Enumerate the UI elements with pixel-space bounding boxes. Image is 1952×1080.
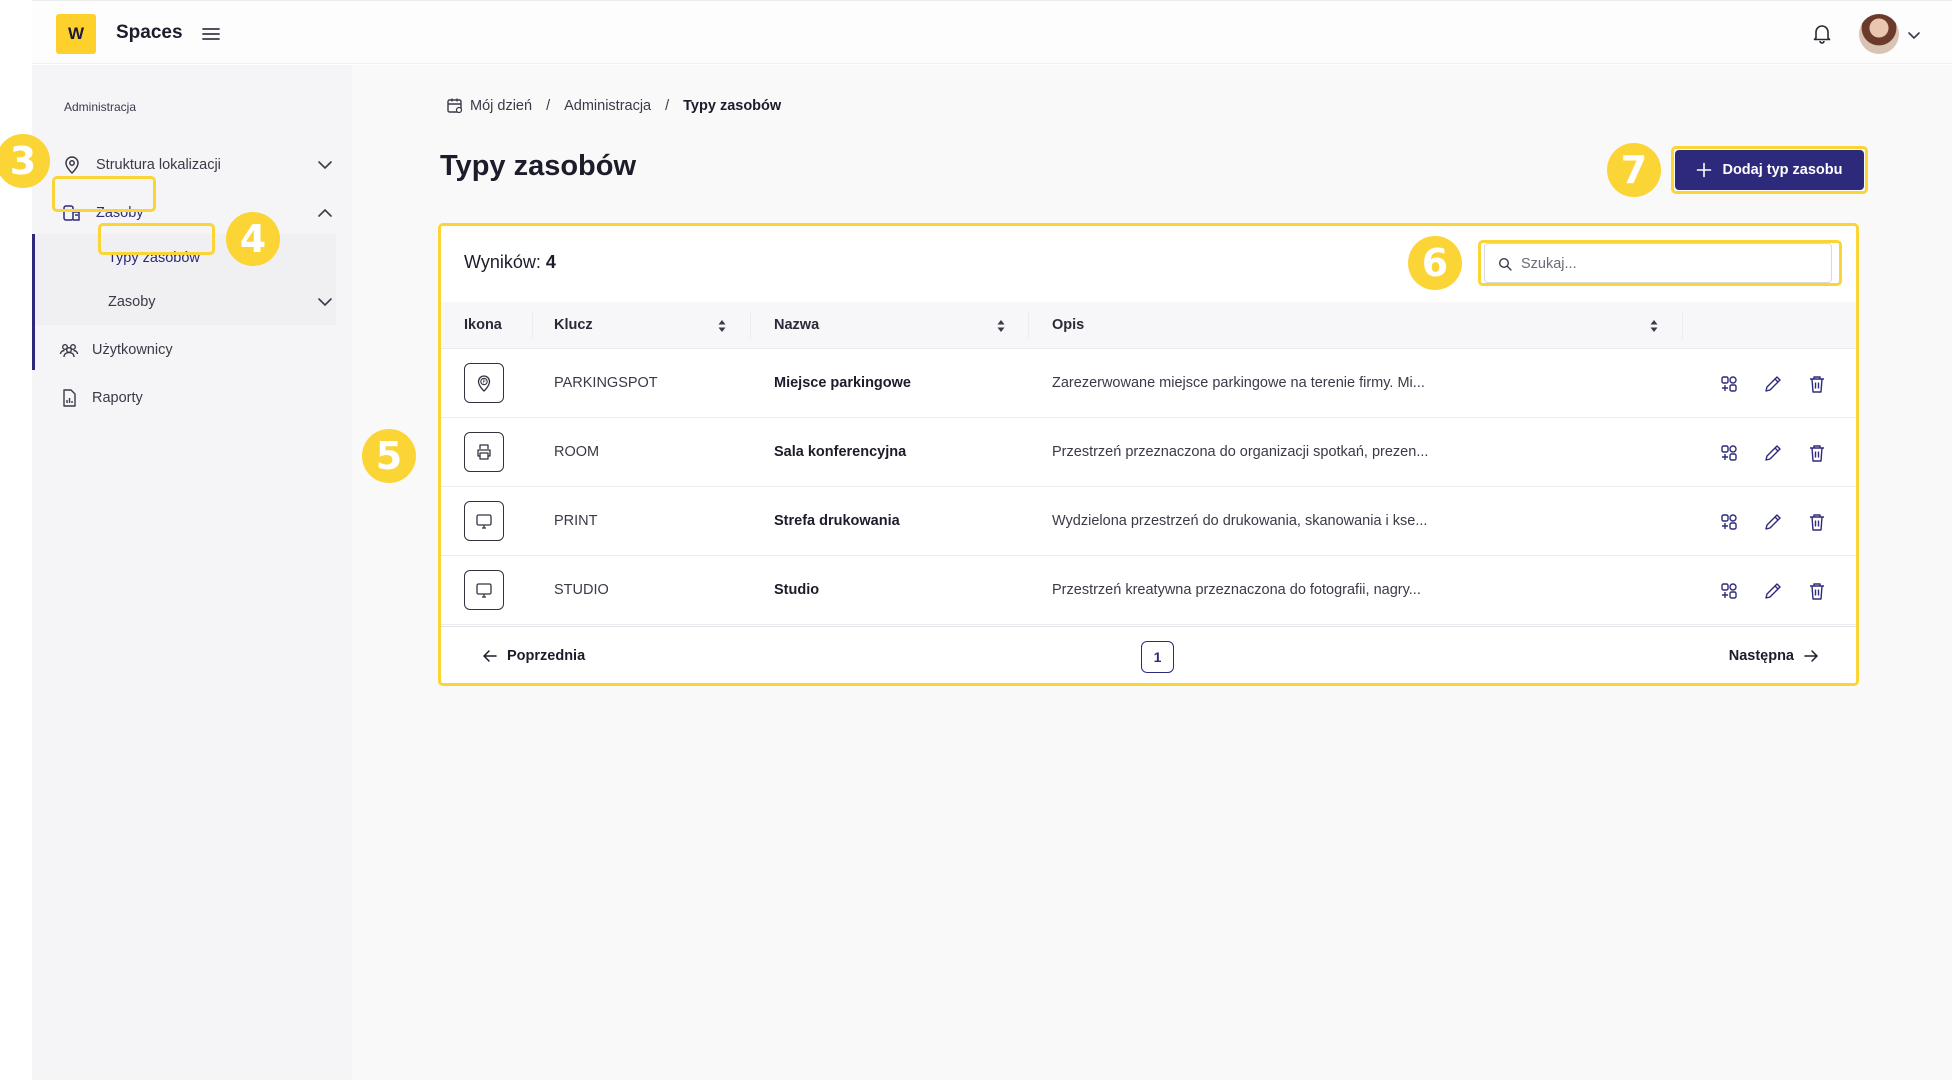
chevron-down-icon[interactable] bbox=[1906, 27, 1922, 43]
page-title: Typy zasobów bbox=[440, 150, 637, 182]
highlight-table bbox=[438, 223, 1859, 686]
breadcrumb: Mój dzień / Administracja / Typy zasobów bbox=[446, 97, 781, 115]
sidebar-section-label: Administracja bbox=[64, 100, 137, 114]
breadcrumb-separator: / bbox=[665, 98, 670, 114]
breadcrumb-current: Typy zasobów bbox=[683, 98, 782, 114]
breadcrumb-separator: / bbox=[546, 98, 551, 114]
bell-icon[interactable] bbox=[1810, 21, 1834, 45]
users-icon bbox=[59, 340, 79, 360]
sidebar-item-label: Użytkownicy bbox=[92, 342, 173, 358]
app-logo[interactable]: W bbox=[56, 14, 96, 54]
sidebar-item-raporty[interactable]: Raporty bbox=[32, 378, 352, 418]
highlight-typy-zasobow bbox=[98, 223, 215, 255]
sidebar-item-label: Struktura lokalizacji bbox=[96, 157, 221, 173]
app-name: Spaces bbox=[116, 22, 183, 43]
location-pin-icon bbox=[62, 155, 82, 175]
highlight-add-button bbox=[1671, 146, 1868, 194]
chevron-down-icon[interactable] bbox=[316, 293, 334, 311]
sidebar: Administracja Struktura lokalizacji Zaso… bbox=[32, 65, 352, 1080]
sidebar-item-label: Raporty bbox=[92, 390, 143, 406]
breadcrumb-link[interactable]: Mój dzień bbox=[470, 98, 532, 114]
chevron-up-icon[interactable] bbox=[316, 204, 334, 222]
annotation-badge-6: 6 bbox=[1408, 236, 1462, 290]
sidebar-subitem-zasoby[interactable]: Zasoby bbox=[32, 282, 352, 322]
user-avatar[interactable] bbox=[1859, 14, 1899, 54]
annotation-badge-5: 5 bbox=[362, 429, 416, 483]
chevron-down-icon[interactable] bbox=[316, 156, 334, 174]
report-icon bbox=[59, 388, 79, 408]
sidebar-item-uzytkownicy[interactable]: Użytkownicy bbox=[32, 330, 352, 370]
highlight-zasoby bbox=[52, 176, 156, 212]
annotation-badge-7: 7 bbox=[1607, 143, 1661, 197]
sidebar-item-label: Zasoby bbox=[108, 294, 156, 310]
annotation-badge-4: 4 bbox=[226, 212, 280, 266]
breadcrumb-link[interactable]: Administracja bbox=[564, 98, 651, 114]
hamburger-icon[interactable] bbox=[200, 23, 222, 45]
top-bar: W Spaces bbox=[32, 0, 1952, 64]
highlight-search bbox=[1478, 240, 1842, 286]
calendar-icon bbox=[446, 97, 464, 115]
